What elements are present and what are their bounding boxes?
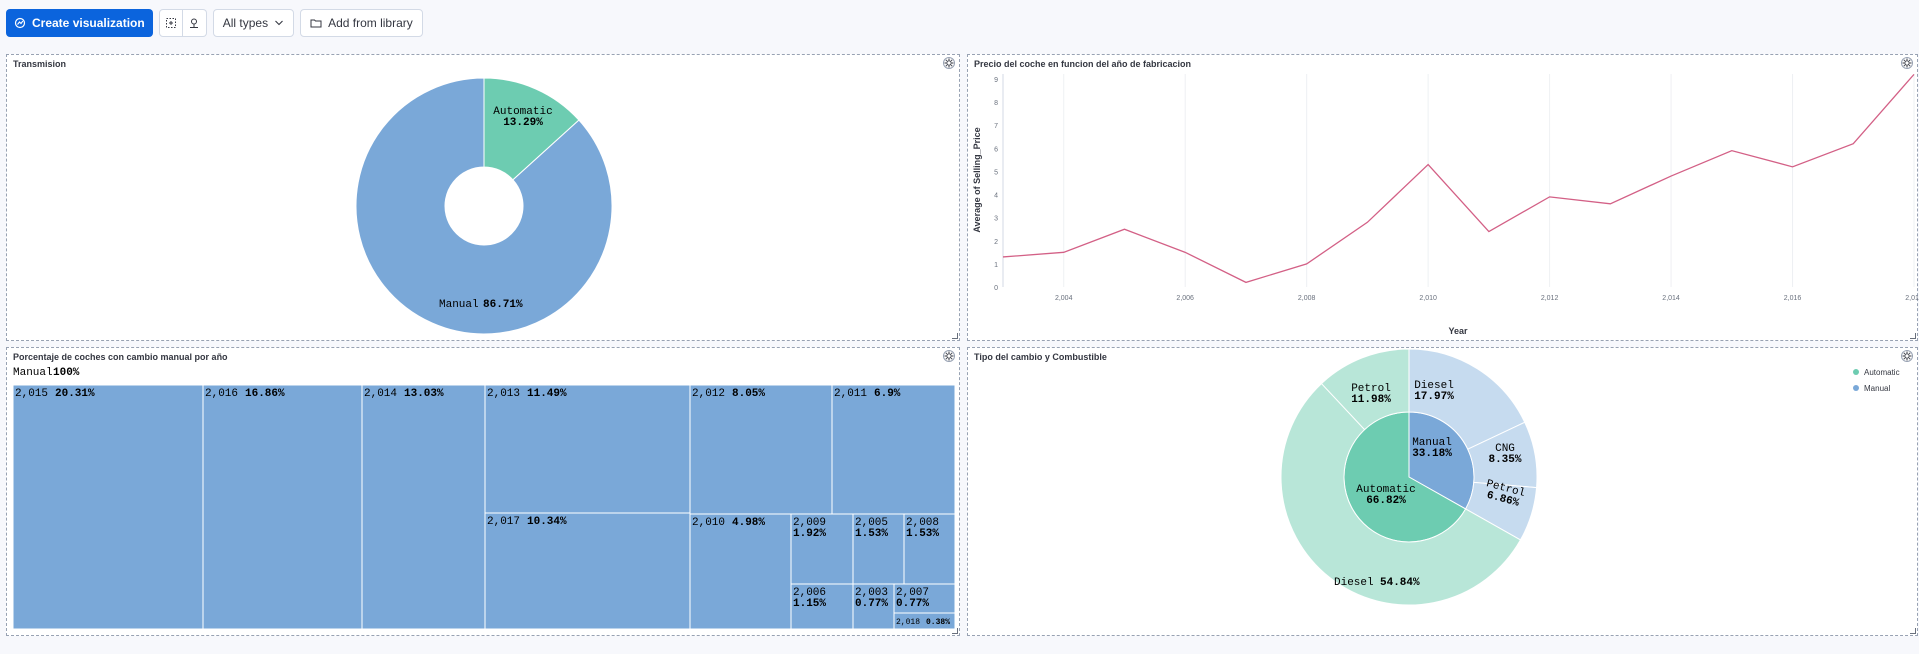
pie-label-automatic-pct: 13.29% [503,117,543,129]
y-tick-label: 7 [994,123,998,130]
outer-label-automatic-diesel-name: Diesel [1334,577,1374,589]
legend-label-manual: Manual [1864,384,1890,393]
inner-label-automatic-pct: 66.82% [1366,495,1406,507]
treemap-cell-2015 [12,384,204,630]
legend-marker-manual [1853,385,1859,391]
treemap-cell-label: 2,010 [692,517,725,529]
treemap-group-name: Manual [13,367,53,379]
treemap-cell-label: 2,014 [364,388,397,400]
add-from-library-label: Add from library [328,16,413,30]
treemap-cell-pct: 13.03% [404,388,444,400]
map-marker-icon [190,18,199,28]
y-tick-label: 1 [994,262,998,269]
treemap-cell-label: 2,016 [205,388,238,400]
treemap-cell-2014 [361,384,486,630]
outer-label-manual-cng-pct: 8.35% [1488,454,1521,466]
price-line-chart: 2,004 2,006 2,008 2,010 2,012 2,014 2,016 2,018… [972,73,1919,336]
panel-precio-coche: Precio del coche en funcion del año de f… [967,54,1919,341]
outer-label-manual-diesel-pct: 17.97% [1414,391,1454,403]
x-tick-label: 2,006 [1176,295,1194,302]
treemap-cell-label: 2,011 [834,388,867,400]
treemap-cell-pct: 0.77% [855,598,888,610]
visualize-icon [14,17,26,29]
inner-label-manual-pct: 33.18% [1412,448,1452,460]
create-visualization-button[interactable]: Create visualization [6,9,153,37]
y-tick-label: 0 [994,285,998,292]
legend-marker-automatic [1853,369,1859,375]
y-tick-label: 6 [994,146,998,153]
treemap-cell-pct: 16.86% [245,388,285,400]
treemap-cell-pct: 11.49% [527,388,567,400]
treemap-cell-pct: 1.92% [793,528,826,540]
x-tick-label: 2,018 [1905,295,1919,302]
y-axis-title: Average of Selling_Price [972,127,982,232]
controls-icon [165,18,176,28]
legend-label-automatic: Automatic [1864,368,1900,377]
y-tick-label: 8 [994,100,998,107]
treemap-cell-2012 [689,384,833,515]
treemap-cell-label: 2,018 [896,618,920,627]
y-tick-label: 4 [994,193,998,200]
treemap-cell-2017 [484,512,691,630]
treemap-chart: Manual 100% 2,015 20.31% 2,016 16.86% 2,014 13.… [12,367,956,630]
maps-button[interactable] [182,9,207,37]
y-tick-label: 9 [994,77,998,84]
treemap-cell-pct: 10.34% [527,516,567,528]
treemap-group-pct: 100% [53,367,80,379]
folder-icon [310,19,322,28]
treemap-cell-pct: 0.38% [926,618,950,627]
treemap-cell-pct: 1.53% [855,528,888,540]
transmision-chart: Automatic13.29%Manual 86.71% [355,77,613,335]
treemap-cell-pct: 6.9% [874,388,901,400]
x-axis-title: Year [1448,326,1468,336]
treemap-cell-pct: 1.53% [906,528,939,540]
x-tick-label: 2,008 [1298,295,1316,302]
editor-button-group [158,9,207,37]
treemap-cell-2013 [484,384,691,514]
pie-label-manual-name: Manual [439,299,479,311]
all-types-label: All types [222,16,269,30]
tipo-cambio-chart: Manual33.18%Automatic66.82%Diesel17.97%C… [1280,348,1900,606]
treemap-cell-pct: 20.31% [55,388,95,400]
add-from-library-button[interactable]: Add from library [300,9,423,37]
treemap-cell-label: 2,012 [692,388,725,400]
treemap-cell-pct: 1.15% [793,598,826,610]
x-tick-label: 2,012 [1541,295,1559,302]
panel-transmision: Transmision Automatic 13.29% Manual 86.71% [6,54,960,341]
outer-label-automatic-petrol-pct: 11.98% [1351,394,1391,406]
pie-label-manual-pct: 86.71% [483,299,523,311]
treemap-cell-label: 2,013 [487,388,520,400]
treemap-cell-2010 [689,513,792,630]
treemap-cell-pct: 4.98% [732,517,765,529]
chevron-down-icon [275,20,283,26]
y-tick-label: 2 [994,239,998,246]
price-series-line [1002,73,1915,284]
x-tick-label: 2,010 [1419,295,1437,302]
x-tick-label: 2,014 [1662,295,1680,302]
y-tick-label: 5 [994,169,998,176]
treemap-cell-2016 [202,384,363,630]
controls-button[interactable] [158,9,183,37]
panel-tipo-cambio: Tipo del cambio y Combustible Manual 33.1… [967,347,1918,636]
y-tick-label: 3 [994,216,998,223]
panel-porcentaje-manual: Porcentaje de coches con cambio manual p… [6,347,960,636]
treemap-cell-pct: 8.05% [732,388,765,400]
treemap-cell-label: 2,017 [487,516,520,528]
dashboard-toolbar: Create visualization All types Add from … [0,0,1919,46]
x-tick-label: 2,016 [1784,295,1802,302]
x-tick-label: 2,004 [1055,295,1073,302]
outer-label-automatic-diesel-pct: 54.84% [1380,577,1420,589]
all-types-dropdown[interactable]: All types [212,9,295,37]
treemap-cell-2011 [831,384,956,515]
treemap-cell-label: 2,015 [15,388,48,400]
create-visualization-label: Create visualization [32,16,145,30]
treemap-cell-pct: 0.77% [896,598,929,610]
